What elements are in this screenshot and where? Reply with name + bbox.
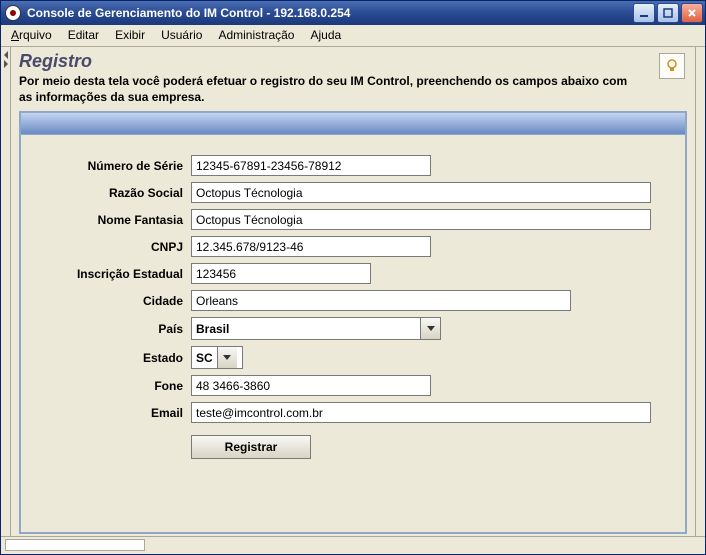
page-description: Por meio desta tela você poderá efetuar … [19, 74, 639, 105]
label-cnpj: CNPJ [31, 240, 191, 254]
pais-dropdown-button[interactable] [420, 318, 440, 339]
chevron-down-icon [223, 355, 231, 360]
status-box [5, 539, 145, 551]
estado-value: SC [192, 347, 217, 368]
lightbulb-icon [664, 58, 680, 74]
fone-input[interactable] [191, 375, 431, 396]
titlebar[interactable]: Console de Gerenciamento do IM Control -… [1, 1, 705, 25]
menu-arquivo[interactable]: Arquivo [3, 25, 60, 46]
inscricao-input[interactable] [191, 263, 371, 284]
menubar: Arquivo Editar Exibir Usuário Administra… [1, 25, 705, 47]
menu-usuario[interactable]: Usuário [153, 25, 210, 46]
estado-combo[interactable]: SC [191, 346, 243, 369]
label-estado: Estado [31, 351, 191, 365]
serial-input[interactable] [191, 155, 431, 176]
menu-administracao[interactable]: Administração [210, 25, 302, 46]
menu-editar[interactable]: Editar [60, 25, 107, 46]
fantasia-input[interactable] [191, 209, 651, 230]
label-fone: Fone [31, 379, 191, 393]
right-gutter[interactable] [695, 47, 705, 536]
card-header [21, 113, 685, 135]
estado-dropdown-button[interactable] [217, 347, 237, 368]
help-button[interactable] [659, 53, 685, 79]
cidade-input[interactable] [191, 290, 571, 311]
maximize-button[interactable] [657, 3, 679, 23]
app-icon [5, 5, 21, 21]
collapse-left-icon [4, 51, 8, 59]
statusbar [1, 536, 705, 554]
minimize-button[interactable] [633, 3, 655, 23]
label-serial: Número de Série [31, 159, 191, 173]
cnpj-input[interactable] [191, 236, 431, 257]
page-title: Registro [19, 51, 687, 72]
razao-input[interactable] [191, 182, 651, 203]
chevron-down-icon [427, 326, 435, 331]
label-cidade: Cidade [31, 294, 191, 308]
label-email: Email [31, 406, 191, 420]
main-window: Console de Gerenciamento do IM Control -… [0, 0, 706, 555]
label-fantasia: Nome Fantasia [31, 213, 191, 227]
expand-right-icon [4, 60, 8, 68]
window-title: Console de Gerenciamento do IM Control -… [27, 6, 633, 20]
menu-exibir[interactable]: Exibir [107, 25, 153, 46]
email-input[interactable] [191, 402, 651, 423]
register-button[interactable]: Registrar [191, 435, 311, 459]
label-pais: País [31, 322, 191, 336]
form-card: Número de Série Razão Social Nome Fantas… [19, 111, 687, 534]
close-button[interactable] [681, 3, 703, 23]
left-gutter[interactable] [1, 47, 11, 536]
menu-ajuda[interactable]: Ajuda [302, 25, 349, 46]
label-razao: Razão Social [31, 186, 191, 200]
pais-combo[interactable]: Brasil [191, 317, 441, 340]
pais-value: Brasil [192, 318, 420, 339]
label-inscricao: Inscrição Estadual [31, 267, 191, 281]
